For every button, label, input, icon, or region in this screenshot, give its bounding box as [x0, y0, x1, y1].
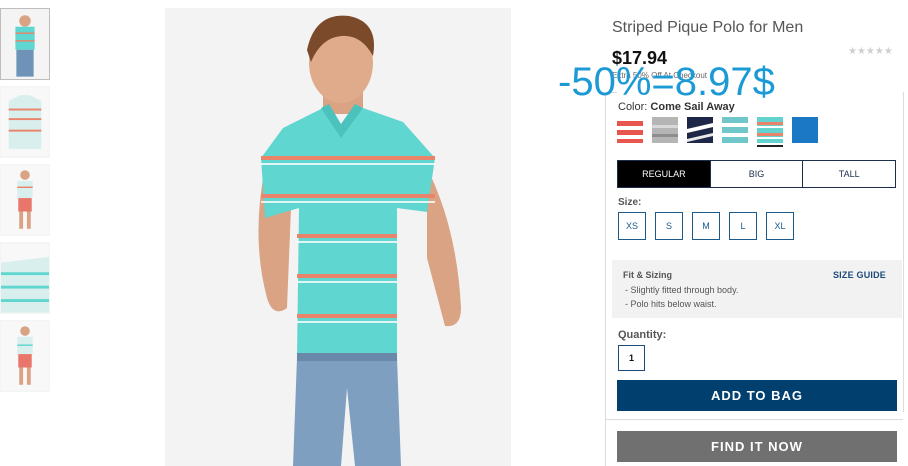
size-s-button[interactable]: S [655, 212, 683, 240]
panel-border-right [903, 92, 904, 412]
size-xs-button[interactable]: XS [618, 212, 646, 240]
quantity-input[interactable]: 1 [618, 345, 645, 371]
fit-tab-tall[interactable]: TALL [802, 161, 895, 187]
thumbnail-1[interactable] [0, 8, 50, 80]
find-it-now-button[interactable]: FIND IT NOW [617, 431, 897, 462]
size-m-button[interactable]: M [692, 212, 720, 240]
product-title: Striped Pique Polo for Men [612, 19, 804, 36]
quantity-label: Quantity: [618, 329, 667, 341]
swatch-navy-stripe[interactable] [687, 117, 713, 143]
size-label: Size: [618, 197, 642, 208]
rating-stars[interactable]: ★★★★★ [848, 46, 893, 57]
thumbnail-strip [0, 8, 52, 398]
fit-tab-big[interactable]: BIG [709, 161, 803, 187]
fit-bullet-1: - Slightly fitted through body. [625, 285, 739, 295]
swatch-coral-stripe[interactable] [617, 117, 643, 143]
thumbnail-3[interactable] [0, 164, 50, 236]
fit-tab-regular[interactable]: REGULAR [618, 161, 710, 187]
fit-sizing-box: Fit & Sizing SIZE GUIDE - Slightly fitte… [612, 260, 902, 318]
size-options: XS S M L XL [618, 212, 794, 240]
size-guide-link[interactable]: SIZE GUIDE [833, 270, 886, 280]
main-product-image[interactable] [165, 8, 511, 466]
fit-bullet-2: - Polo hits below waist. [625, 299, 717, 309]
swatch-blue[interactable] [792, 117, 818, 143]
swatch-heather-gray[interactable] [652, 117, 678, 143]
size-l-button[interactable]: L [729, 212, 757, 240]
thumbnail-4[interactable] [0, 242, 50, 314]
thumbnail-2[interactable] [0, 86, 50, 158]
add-to-bag-button[interactable]: ADD TO BAG [617, 380, 897, 411]
swatch-come-sail-away[interactable] [757, 117, 783, 147]
swatch-aqua-white[interactable] [722, 117, 748, 143]
panel-divider [605, 419, 903, 420]
thumbnail-5[interactable] [0, 320, 50, 392]
size-xl-button[interactable]: XL [766, 212, 794, 240]
fit-tabs: REGULAR BIG TALL [617, 160, 896, 188]
color-swatches [617, 117, 818, 147]
panel-border-left [605, 92, 606, 466]
fit-sizing-title: Fit & Sizing [623, 270, 672, 280]
discount-overlay-text: -50%=8.97$ [558, 60, 775, 104]
